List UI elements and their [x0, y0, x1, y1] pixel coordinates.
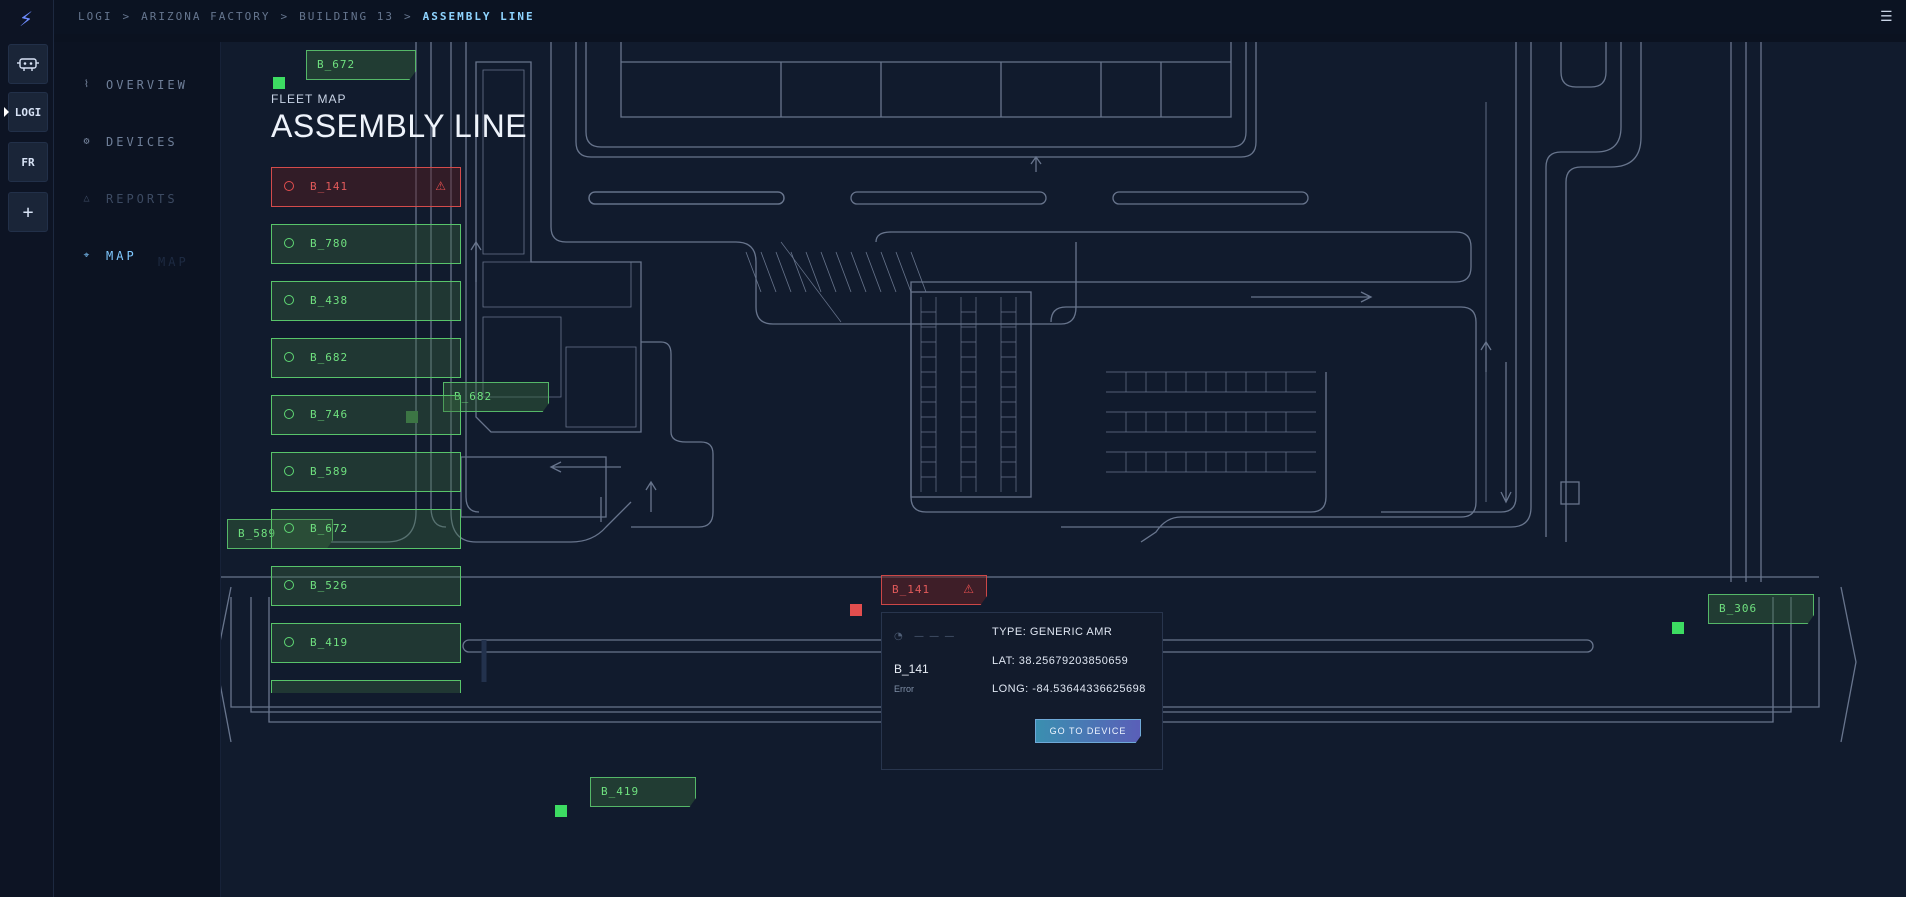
device-status-text: — — —: [914, 631, 956, 642]
device-id: B_438: [310, 294, 349, 307]
status-ring-icon: [284, 238, 294, 248]
gear-icon: ⚙: [83, 136, 93, 147]
device-latitude: LAT: 38.25679203850659: [992, 655, 1129, 667]
breadcrumb: LOGI > ARIZONA FACTORY > BUILDING 13 > A…: [78, 10, 535, 23]
device-id: B_746: [310, 408, 349, 421]
fleet-flag-icon: [273, 77, 285, 89]
map-tag-label: B_672: [317, 58, 356, 71]
device-id: B_141: [310, 180, 349, 193]
device-id: B_589: [310, 465, 349, 478]
page-header: FLEET MAP ASSEMBLY LINE: [271, 92, 527, 145]
breadcrumb-item[interactable]: LOGI: [78, 10, 113, 23]
status-ring-icon: [284, 466, 294, 476]
add-workspace-button[interactable]: +: [8, 192, 48, 232]
warning-icon: ⚠: [435, 179, 446, 193]
device-id: B_682: [310, 351, 349, 364]
status-ring-icon: [284, 580, 294, 590]
device-id: B_526: [310, 579, 349, 592]
device-id: B_419: [310, 636, 349, 649]
device-list-item[interactable]: B_682: [271, 338, 461, 378]
nav-item-label: MAP: [106, 249, 137, 263]
device-status-icon: ◔: [894, 631, 903, 642]
device-list: B_141 ⚠ B_780 B_438 B_682 B_746 B_589 B_…: [271, 167, 461, 693]
triangle-icon: △: [83, 193, 93, 204]
map-tag-label: B_419: [601, 785, 640, 798]
status-ring-icon: [284, 409, 294, 419]
device-id: B_780: [310, 237, 349, 250]
device-list-item[interactable]: B_141 ⚠: [271, 167, 461, 207]
device-list-item[interactable]: B_526: [271, 566, 461, 606]
device-list-item[interactable]: B_589: [271, 452, 461, 492]
status-ring-icon: [284, 295, 294, 305]
chevron-right-icon: >: [280, 10, 290, 23]
workspace-logi-button[interactable]: LOGI: [4, 92, 48, 132]
nav-item-overview[interactable]: ⌇ OVERVIEW: [82, 78, 188, 92]
chevron-right-icon: >: [122, 10, 132, 23]
top-bar: LOGI > ARIZONA FACTORY > BUILDING 13 > A…: [54, 0, 1906, 34]
device-type: TYPE: GENERIC AMR: [992, 626, 1113, 638]
lightning-bolt-icon[interactable]: ⚡: [16, 6, 36, 32]
status-ring-icon: [284, 181, 294, 191]
warning-icon: ⚠: [963, 582, 974, 596]
device-marker-error[interactable]: [850, 604, 862, 616]
page-title: ASSEMBLY LINE: [271, 108, 528, 144]
chevron-right-icon: >: [403, 10, 413, 23]
nav-item-label: DEVICES: [106, 135, 178, 149]
menu-icon[interactable]: ☰: [1880, 10, 1896, 24]
nav-item-map[interactable]: ⌖ MAP: [82, 249, 137, 263]
device-marker[interactable]: [1672, 622, 1684, 634]
map-tag[interactable]: B_306: [1708, 594, 1814, 624]
nav-item-reports[interactable]: △ REPORTS: [82, 192, 178, 206]
breadcrumb-item[interactable]: ARIZONA FACTORY: [141, 10, 270, 23]
workspace-fr-button[interactable]: FR: [8, 142, 48, 182]
nav-sidebar: ⌇ OVERVIEW ⚙ DEVICES △ REPORTS ⌖ MAP: [54, 42, 221, 897]
map-tag-label: B_306: [1719, 602, 1758, 615]
map-tag[interactable]: B_141 ⚠: [881, 575, 987, 605]
nav-item-devices[interactable]: ⚙ DEVICES: [82, 135, 178, 149]
device-list-item-partial[interactable]: [271, 680, 461, 693]
device-list-item[interactable]: B_672: [271, 509, 461, 549]
device-list-item[interactable]: B_438: [271, 281, 461, 321]
device-list-item[interactable]: B_419: [271, 623, 461, 663]
app-rail: ⚡ LOGI FR +: [0, 0, 54, 897]
device-list-item[interactable]: B_746: [271, 395, 461, 435]
nav-item-label: REPORTS: [106, 192, 178, 206]
map-tag[interactable]: B_672: [306, 50, 416, 80]
map-tag-label: B_141: [892, 583, 931, 596]
device-popup: ◔ — — — B_141 Error TYPE: GENERIC AMR LA…: [881, 612, 1163, 770]
device-state: Error: [894, 684, 914, 694]
ghost-label: MAP: [158, 255, 189, 269]
device-id: B_672: [310, 522, 349, 535]
device-list-item[interactable]: B_780: [271, 224, 461, 264]
device-marker[interactable]: [555, 805, 567, 817]
breadcrumb-item[interactable]: BUILDING 13: [299, 10, 394, 23]
nav-item-label: OVERVIEW: [106, 78, 188, 92]
status-ring-icon: [284, 523, 294, 533]
device-longitude: LONG: -84.53644336625698: [992, 683, 1146, 695]
status-ring-icon: [284, 352, 294, 362]
status-ring-icon: [284, 637, 294, 647]
device-name: B_141: [894, 662, 929, 676]
page-kicker: FLEET MAP: [271, 92, 347, 106]
robot-icon[interactable]: [8, 44, 48, 84]
breadcrumb-current: ASSEMBLY LINE: [422, 10, 535, 23]
go-to-device-button[interactable]: GO TO DEVICE: [1035, 719, 1141, 743]
map-tag[interactable]: B_419: [590, 777, 696, 807]
pulse-icon: ⌇: [84, 79, 92, 90]
map-pin-icon: ⌖: [83, 250, 93, 261]
